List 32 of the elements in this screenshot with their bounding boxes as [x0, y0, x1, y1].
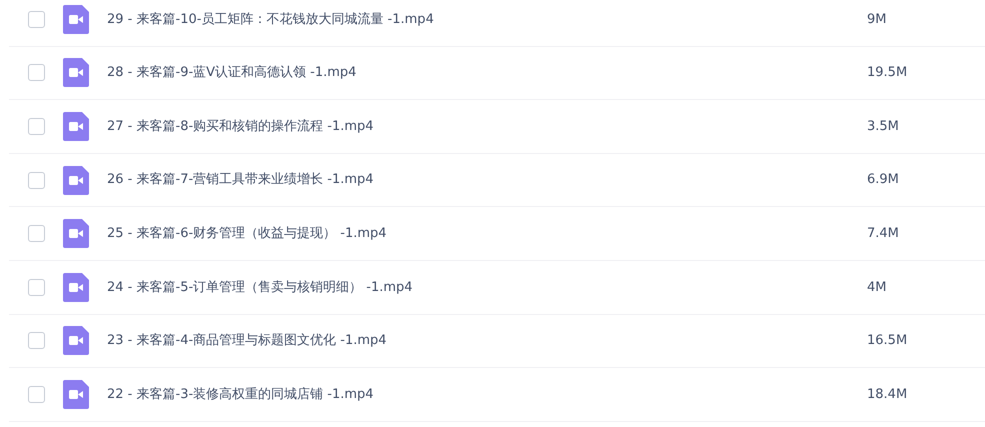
video-file-icon — [63, 380, 89, 409]
checkbox[interactable] — [28, 332, 45, 350]
checkbox[interactable] — [28, 172, 45, 189]
checkbox[interactable] — [28, 386, 45, 403]
checkbox[interactable] — [28, 64, 45, 82]
file-name[interactable]: 22 - 来客篇-3-装修高权重的同城店铺 -1.mp4 — [107, 384, 867, 404]
file-name[interactable]: 28 - 来客篇-9-蓝V认证和高德认领 -1.mp4 — [107, 63, 867, 83]
file-name[interactable]: 27 - 来客篇-8-购买和核销的操作流程 -1.mp4 — [107, 116, 867, 136]
file-name[interactable]: 23 - 来客篇-4-商品管理与标题图文优化 -1.mp4 — [107, 331, 867, 351]
file-size: 16.5M — [867, 332, 908, 350]
file-size: 4M — [867, 278, 886, 297]
file-size: 18.4M — [867, 386, 908, 404]
checkbox[interactable] — [28, 10, 45, 28]
file-name[interactable]: 24 - 来客篇-5-订单管理（售卖与核销明细） -1.mp4 — [107, 278, 867, 298]
video-file-icon — [63, 272, 89, 302]
video-file-icon — [63, 4, 89, 34]
file-size: 7.4M — [867, 224, 899, 243]
checkbox[interactable] — [28, 118, 45, 135]
file-name[interactable]: 26 - 来客篇-7-营销工具带来业绩增长 -1.mp4 — [107, 170, 867, 190]
checkbox[interactable] — [28, 278, 45, 296]
file-name[interactable]: 29 - 来客篇-10-员工矩阵：不花钱放大同城流量 -1.mp4 — [107, 10, 867, 30]
file-size: 3.5M — [867, 118, 899, 136]
video-file-icon — [63, 112, 89, 141]
video-file-icon — [63, 58, 89, 88]
file-size: 6.9M — [867, 171, 899, 190]
file-size: 19.5M — [867, 64, 908, 82]
video-file-icon — [63, 326, 89, 356]
video-file-icon — [63, 166, 89, 195]
file-size: 9M — [867, 10, 886, 29]
checkbox[interactable] — [28, 225, 45, 242]
file-name[interactable]: 25 - 来客篇-6-财务管理（收益与提现） -1.mp4 — [107, 224, 867, 244]
video-file-icon — [63, 219, 89, 248]
